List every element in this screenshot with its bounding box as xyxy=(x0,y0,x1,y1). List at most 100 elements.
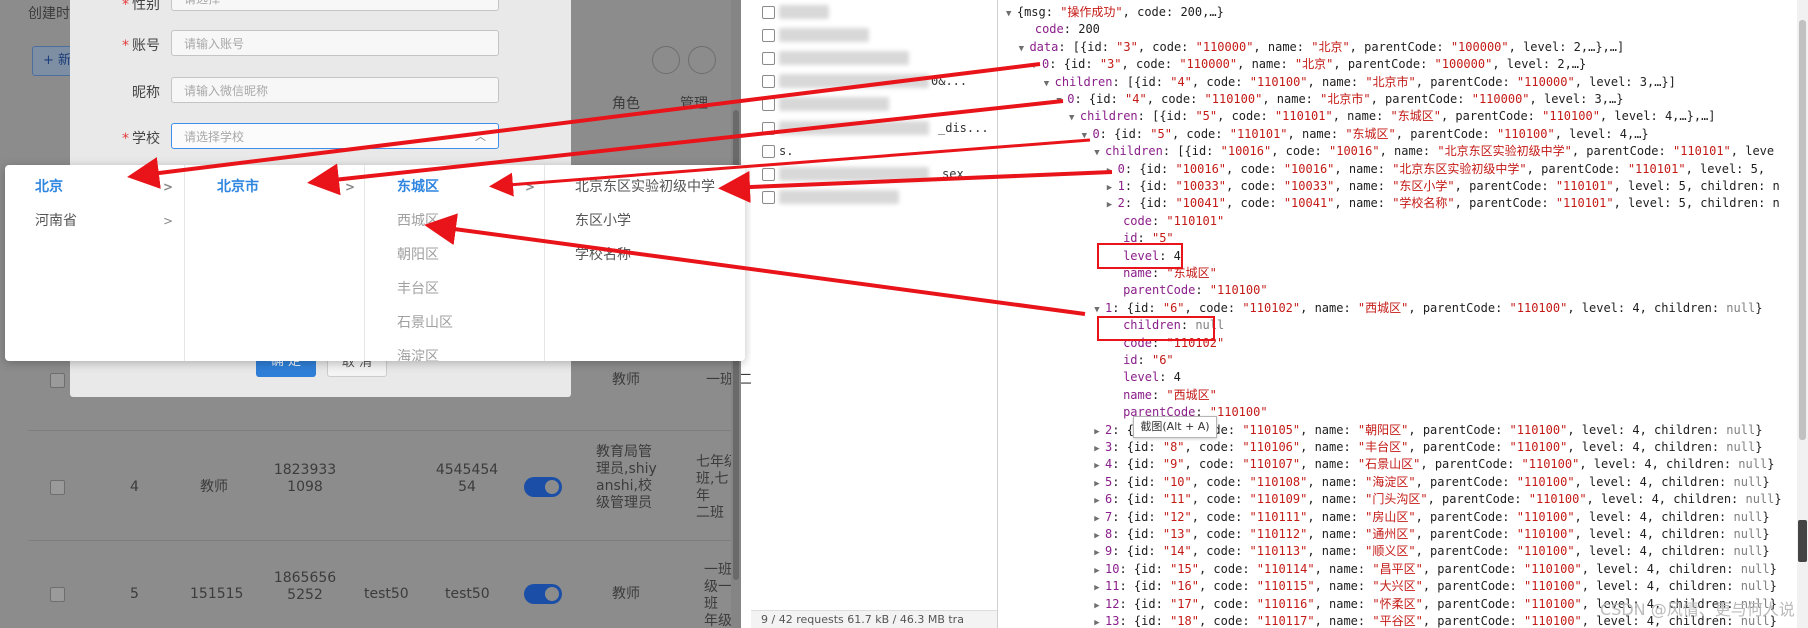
preview-scrollbar-thumb[interactable] xyxy=(1799,20,1806,440)
request-row[interactable]: s. xyxy=(751,140,997,163)
expand-right-icon[interactable]: ▶ xyxy=(1094,618,1105,628)
request-checkbox[interactable] xyxy=(762,191,775,204)
json-line[interactable]: level: 4 xyxy=(1107,370,1181,387)
row-checkbox[interactable] xyxy=(50,373,65,388)
cascader-option-xicheng[interactable]: 西城区 xyxy=(365,204,544,238)
cascader-option-school[interactable]: 东区小学 xyxy=(545,204,745,238)
expand-right-icon[interactable]: ▶ xyxy=(1094,514,1105,524)
refresh-icon-button[interactable] xyxy=(688,46,716,74)
expand-down-icon[interactable]: ▼ xyxy=(1069,113,1080,123)
cascader-option-fengtai[interactable]: 丰台区 xyxy=(365,272,544,306)
json-line[interactable]: ▶ 7: {id: "12", code: "110111", name: "房… xyxy=(1094,510,1769,527)
school-placeholder: 请选择学校 xyxy=(184,130,245,144)
json-line-text: level: 4 xyxy=(1123,370,1181,385)
row-checkbox[interactable] xyxy=(50,587,65,602)
json-line[interactable]: ▶ 3: {id: "8", code: "110106", name: "丰台… xyxy=(1094,440,1762,457)
request-checkbox[interactable] xyxy=(762,168,775,181)
request-row[interactable] xyxy=(751,24,997,47)
json-line[interactable]: ▼ 0: {id: "5", code: "110101", name: "东城… xyxy=(1082,127,1649,144)
expand-down-icon[interactable]: ▼ xyxy=(1094,148,1105,158)
expand-down-icon[interactable]: ▼ xyxy=(1019,44,1030,54)
expand-down-icon[interactable]: ▼ xyxy=(1082,131,1093,141)
expand-right-icon[interactable]: ▶ xyxy=(1094,496,1105,506)
gender-select[interactable]: 请选择 xyxy=(171,0,499,11)
json-line[interactable]: code: 200 xyxy=(1019,22,1100,39)
json-line[interactable]: ▼ 0: {id: "4", code: "110100", name: "北京… xyxy=(1056,92,1623,109)
json-line[interactable]: ▶ 2: {id: "10041", code: "10041", name: … xyxy=(1107,196,1780,213)
request-checkbox[interactable] xyxy=(762,29,775,42)
json-line[interactable]: ▶ 9: {id: "14", code: "110113", name: "顺… xyxy=(1094,544,1769,561)
request-row[interactable] xyxy=(751,47,997,70)
cascader-option-haidian[interactable]: 海淀区 xyxy=(365,340,544,361)
json-line[interactable]: ▼ children: [{id: "5", code: "110101", n… xyxy=(1069,109,1716,126)
request-row[interactable]: 0&... xyxy=(751,70,997,93)
json-line[interactable]: ▶ 5: {id: "10", code: "110108", name: "海… xyxy=(1094,475,1769,492)
expand-right-icon[interactable]: ▶ xyxy=(1107,166,1118,176)
annotation-box-children-null xyxy=(1097,316,1215,341)
expand-right-icon[interactable]: ▶ xyxy=(1094,583,1105,593)
nickname-input[interactable]: 请输入微信昵称 xyxy=(171,77,499,103)
expand-right-icon[interactable]: ▶ xyxy=(1094,548,1105,558)
request-checkbox[interactable] xyxy=(762,75,775,88)
json-line[interactable]: ▼ children: [{id: "4", code: "110100", n… xyxy=(1044,75,1676,92)
json-line[interactable]: ▶ 8: {id: "13", code: "110112", name: "通… xyxy=(1094,527,1769,544)
status-toggle[interactable] xyxy=(524,477,562,497)
request-row[interactable] xyxy=(751,1,997,24)
request-row[interactable]: _dis... xyxy=(751,117,997,140)
request-row[interactable]: sex xyxy=(751,163,997,186)
expand-right-icon[interactable]: ▶ xyxy=(1107,200,1118,210)
request-row[interactable] xyxy=(751,186,997,209)
account-input[interactable]: 请输入账号 xyxy=(171,30,499,56)
request-name-redacted xyxy=(779,74,929,88)
request-row[interactable] xyxy=(751,93,997,116)
json-line[interactable]: ▼ 0: {id: "3", code: "110000", name: "北京… xyxy=(1031,57,1586,74)
json-line-text: data: [{id: "3", code: "110000", name: "… xyxy=(1029,39,1625,54)
json-line[interactable]: parentCode: "110100" xyxy=(1107,283,1268,300)
request-checkbox[interactable] xyxy=(762,52,775,65)
cascader-option-school[interactable]: 学校名称 xyxy=(545,238,745,272)
cascader-option-school[interactable]: 北京东区实验初级中学 xyxy=(545,170,745,204)
json-line[interactable]: name: "西城区" xyxy=(1107,388,1217,405)
json-line[interactable]: ▼ children: [{id: "10016", code: "10016"… xyxy=(1094,144,1774,161)
json-line[interactable]: ▶ 4: {id: "9", code: "110107", name: "石景… xyxy=(1094,457,1774,474)
status-toggle[interactable] xyxy=(524,584,562,604)
school-cascader-input[interactable]: 请选择学校 ︿ xyxy=(171,123,499,149)
request-checkbox[interactable] xyxy=(762,145,775,158)
expand-down-icon[interactable]: ▼ xyxy=(1044,79,1055,89)
expand-right-icon[interactable]: ▶ xyxy=(1094,479,1105,489)
annotation-box-level xyxy=(1097,243,1183,269)
cascader-option-shijingshan[interactable]: 石景山区 xyxy=(365,306,544,340)
json-line[interactable]: ▼ data: [{id: "3", code: "110000", name:… xyxy=(1019,40,1625,57)
json-line[interactable]: ▶ 6: {id: "11", code: "110109", name: "门… xyxy=(1094,492,1781,509)
cascader-option-henan[interactable]: 河南省 > xyxy=(5,204,184,238)
cascader-option-beijing-city[interactable]: 北京市 > xyxy=(185,170,364,204)
json-line[interactable]: ▼ {msg: "操作成功", code: 200,…} xyxy=(1006,5,1224,22)
request-checkbox[interactable] xyxy=(762,122,775,135)
json-line[interactable]: id: "6" xyxy=(1107,353,1174,370)
expand-right-icon[interactable]: ▶ xyxy=(1094,601,1105,611)
request-checkbox[interactable] xyxy=(762,98,775,111)
row-class: 一班,二 xyxy=(706,372,753,388)
expand-right-icon[interactable]: ▶ xyxy=(1094,427,1105,437)
cascader-option-beijing[interactable]: 北京 > xyxy=(5,170,184,204)
expand-right-icon[interactable]: ▶ xyxy=(1094,531,1105,541)
json-line[interactable]: ▶ 11: {id: "16", code: "110115", name: "… xyxy=(1094,579,1777,596)
json-line[interactable]: ▶ 1: {id: "10033", code: "10033", name: … xyxy=(1107,179,1780,196)
expand-right-icon[interactable]: ▶ xyxy=(1094,461,1105,471)
row-checkbox[interactable] xyxy=(50,480,65,495)
expand-right-icon[interactable]: ▶ xyxy=(1094,444,1105,454)
cascader-option-chaoyang[interactable]: 朝阳区 xyxy=(365,238,544,272)
expand-down-icon[interactable]: ▼ xyxy=(1006,9,1017,19)
request-checkbox[interactable] xyxy=(762,6,775,19)
expand-down-icon[interactable]: ▼ xyxy=(1056,96,1067,106)
expand-right-icon[interactable]: ▶ xyxy=(1107,183,1118,193)
json-line[interactable]: ▶ 10: {id: "15", code: "110114", name: "… xyxy=(1094,562,1777,579)
search-icon-button[interactable] xyxy=(652,46,680,74)
json-line-text: 0: {id: "3", code: "110000", name: "北京",… xyxy=(1042,57,1587,72)
json-line[interactable]: ▶ 0: {id: "10016", code: "10016", name: … xyxy=(1107,162,1765,179)
expand-right-icon[interactable]: ▶ xyxy=(1094,566,1105,576)
expand-down-icon[interactable]: ▼ xyxy=(1031,61,1042,71)
expand-down-icon[interactable]: ▼ xyxy=(1094,305,1105,315)
json-line[interactable]: code: "110101" xyxy=(1107,214,1224,231)
cascader-option-dongcheng[interactable]: 东城区 > xyxy=(365,170,544,204)
